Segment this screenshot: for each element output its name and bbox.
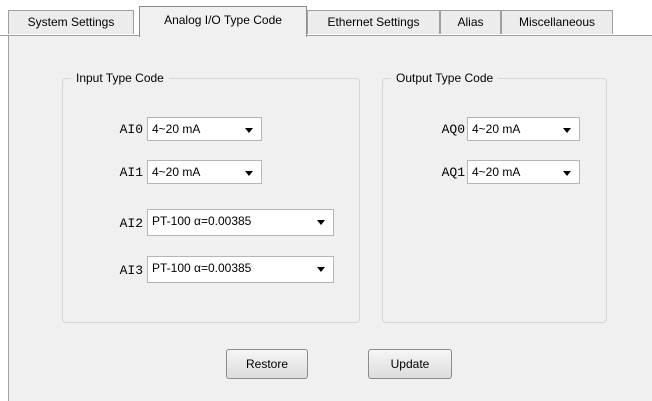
tab-miscellaneous[interactable]: Miscellaneous	[501, 10, 613, 34]
ai3-type-select[interactable]: PT-100 α=0.00385	[147, 256, 334, 283]
aq1-type-select[interactable]: 4~20 mA	[467, 160, 580, 184]
chevron-down-icon	[245, 128, 253, 133]
chevron-down-icon	[563, 128, 571, 133]
output-type-code-group: Output Type Code	[382, 70, 607, 323]
tab-ethernet-settings[interactable]: Ethernet Settings	[307, 10, 440, 34]
tab-divider	[0, 35, 652, 36]
chevron-down-icon	[245, 171, 253, 176]
tab-content-panel: Input Type Code AI0 4~20 mA AI1 4~20 mA …	[8, 36, 652, 401]
ai3-label: AI3	[119, 263, 143, 278]
ai0-type-value: 4~20 mA	[152, 122, 201, 136]
restore-button-label: Restore	[245, 357, 289, 371]
ai2-label: AI2	[119, 216, 143, 231]
ai1-type-value: 4~20 mA	[152, 165, 201, 179]
aq0-label: AQ0	[441, 122, 465, 137]
tab-label: Alias	[457, 15, 484, 29]
aq1-type-value: 4~20 mA	[472, 165, 521, 179]
chevron-down-icon	[317, 220, 325, 225]
tab-label: System Settings	[27, 15, 115, 29]
output-group-title: Output Type Code	[391, 70, 499, 86]
ai2-type-value: PT-100 α=0.00385	[152, 214, 252, 228]
ai0-label: AI0	[119, 122, 143, 137]
aq0-type-value: 4~20 mA	[472, 122, 521, 136]
update-button[interactable]: Update	[368, 349, 452, 379]
tab-alias[interactable]: Alias	[440, 10, 501, 34]
ai1-label: AI1	[119, 165, 143, 180]
tab-system-settings[interactable]: System Settings	[8, 10, 134, 34]
aq1-label: AQ1	[441, 165, 465, 180]
tab-bar: System Settings Analog I/O Type Code Eth…	[0, 0, 652, 37]
tab-label: Analog I/O Type Code	[164, 13, 282, 27]
chevron-down-icon	[317, 267, 325, 272]
aq0-type-select[interactable]: 4~20 mA	[467, 117, 580, 141]
tab-label: Miscellaneous	[518, 15, 596, 29]
input-group-title: Input Type Code	[71, 70, 169, 86]
ai3-type-value: PT-100 α=0.00385	[152, 261, 252, 275]
ai0-type-select[interactable]: 4~20 mA	[147, 117, 262, 141]
tab-label: Ethernet Settings	[327, 15, 420, 29]
ai2-type-select[interactable]: PT-100 α=0.00385	[147, 209, 334, 236]
update-button-label: Update	[390, 357, 430, 371]
tab-analog-io-type-code[interactable]: Analog I/O Type Code	[139, 6, 307, 37]
input-type-code-group: Input Type Code	[62, 70, 360, 323]
ai1-type-select[interactable]: 4~20 mA	[147, 160, 262, 184]
restore-button[interactable]: Restore	[226, 349, 308, 379]
chevron-down-icon	[563, 171, 571, 176]
